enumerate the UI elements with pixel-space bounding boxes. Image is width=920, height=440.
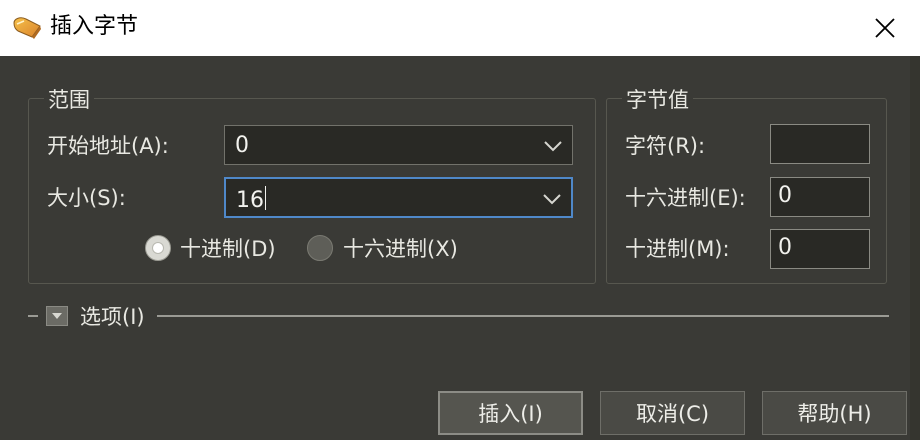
cancel-button[interactable]: 取消(C) [600, 391, 745, 435]
radio-hex[interactable] [307, 235, 333, 261]
size-label: 大小(S): [47, 186, 126, 210]
window-edge [910, 56, 920, 440]
chevron-down-icon[interactable] [542, 136, 564, 156]
size-combo[interactable]: 16 [224, 177, 573, 218]
close-icon [875, 18, 895, 38]
dec-value: 0 [778, 235, 792, 260]
collapse-arrow-icon [52, 313, 62, 319]
hex-value-field[interactable]: 0 [770, 177, 870, 217]
dec-value-label: 十进制(M): [625, 237, 730, 261]
close-button[interactable] [868, 12, 902, 44]
start-address-label: 开始地址(A): [47, 134, 169, 158]
options-line-left [28, 315, 38, 317]
insert-button[interactable]: 插入(I) [438, 391, 583, 435]
hex-value-label: 十六进制(E): [625, 186, 746, 210]
title-bar: 插入字节 [0, 0, 920, 56]
radio-decimal-label[interactable]: 十进制(D) [180, 236, 276, 262]
text-caret [265, 186, 266, 210]
byte-value-group-title: 字节值 [622, 88, 693, 112]
hex-value: 0 [778, 183, 792, 208]
window-title: 插入字节 [50, 14, 139, 39]
options-expander[interactable] [46, 306, 68, 326]
chevron-down-icon[interactable] [541, 189, 563, 209]
char-label: 字符(R): [625, 134, 706, 158]
hex-editor-icon [12, 14, 42, 40]
start-address-value: 0 [235, 133, 249, 158]
char-field[interactable] [770, 124, 870, 164]
range-group-title: 范围 [44, 88, 94, 112]
start-address-combo[interactable]: 0 [224, 125, 573, 165]
dec-value-field[interactable]: 0 [770, 229, 870, 269]
radio-decimal[interactable] [145, 235, 171, 261]
help-button[interactable]: 帮助(H) [762, 391, 907, 435]
radio-hex-label[interactable]: 十六进制(X) [343, 236, 458, 262]
options-line-right [157, 315, 889, 317]
size-value: 16 [236, 186, 266, 213]
options-label[interactable]: 选项(I) [80, 304, 145, 330]
